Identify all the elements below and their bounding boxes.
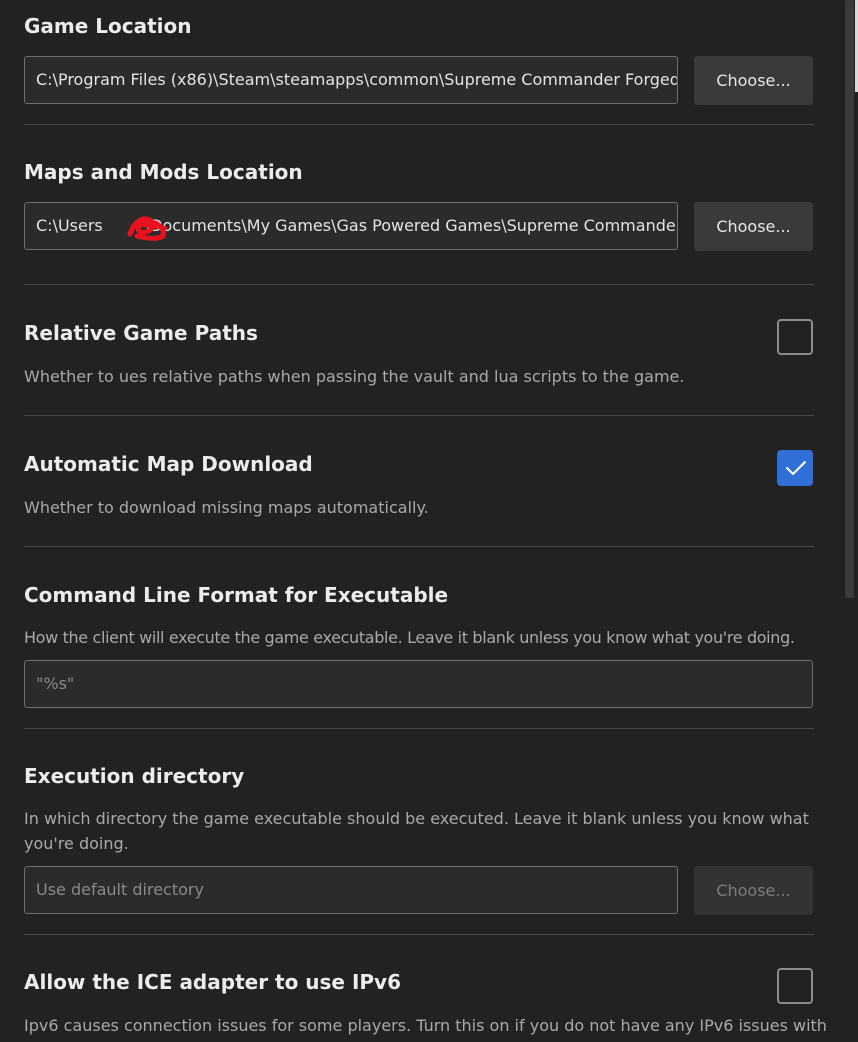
game-location-title: Game Location [24, 14, 192, 38]
command-line-format-title: Command Line Format for Executable [24, 583, 449, 607]
maps-mods-location-field[interactable]: C:\Users \Documents\My Games\Gas Powered … [24, 202, 678, 250]
divider [24, 124, 814, 125]
ice-ipv6-checkbox[interactable] [777, 968, 813, 1004]
divider [24, 415, 814, 416]
game-location-field[interactable]: C:\Program Files (x86)\Steam\steamapps\c… [24, 56, 678, 104]
auto-map-download-checkbox[interactable] [777, 450, 813, 486]
ice-ipv6-title: Allow the ICE adapter to use IPv6 [24, 970, 402, 994]
divider [24, 728, 814, 729]
execution-directory-input[interactable]: Use default directory [24, 866, 678, 914]
maps-mods-path-suffix: \Documents\My Games\Gas Powered Games\Su… [144, 216, 678, 235]
relative-paths-title: Relative Game Paths [24, 321, 258, 345]
divider [24, 284, 814, 285]
auto-map-download-title: Automatic Map Download [24, 452, 313, 476]
command-line-format-description: How the client will execute the game exe… [24, 628, 795, 647]
execution-directory-description: In which directory the game executable s… [24, 809, 809, 853]
settings-page: Game Location C:\Program Files (x86)\Ste… [0, 0, 858, 1042]
maps-mods-location-title: Maps and Mods Location [24, 160, 303, 184]
scrollbar-thumb[interactable] [845, 0, 854, 598]
redaction-scribble [127, 216, 167, 241]
relative-paths-description: Whether to ues relative paths when passi… [24, 367, 685, 386]
maps-mods-path-prefix: C:\Users [36, 216, 103, 235]
execution-directory-choose-button: Choose... [694, 866, 813, 915]
command-line-format-input[interactable]: "%s" [24, 660, 813, 708]
execution-directory-title: Execution directory [24, 764, 245, 788]
checkmark-icon [786, 461, 806, 475]
divider [24, 546, 814, 547]
maps-mods-location-choose-button[interactable]: Choose... [694, 202, 813, 251]
game-location-choose-button[interactable]: Choose... [694, 56, 813, 105]
ice-ipv6-description: Ipv6 causes connection issues for some p… [24, 1016, 827, 1035]
auto-map-download-description: Whether to download missing maps automat… [24, 498, 429, 517]
divider [24, 934, 814, 935]
relative-paths-checkbox[interactable] [777, 319, 813, 355]
